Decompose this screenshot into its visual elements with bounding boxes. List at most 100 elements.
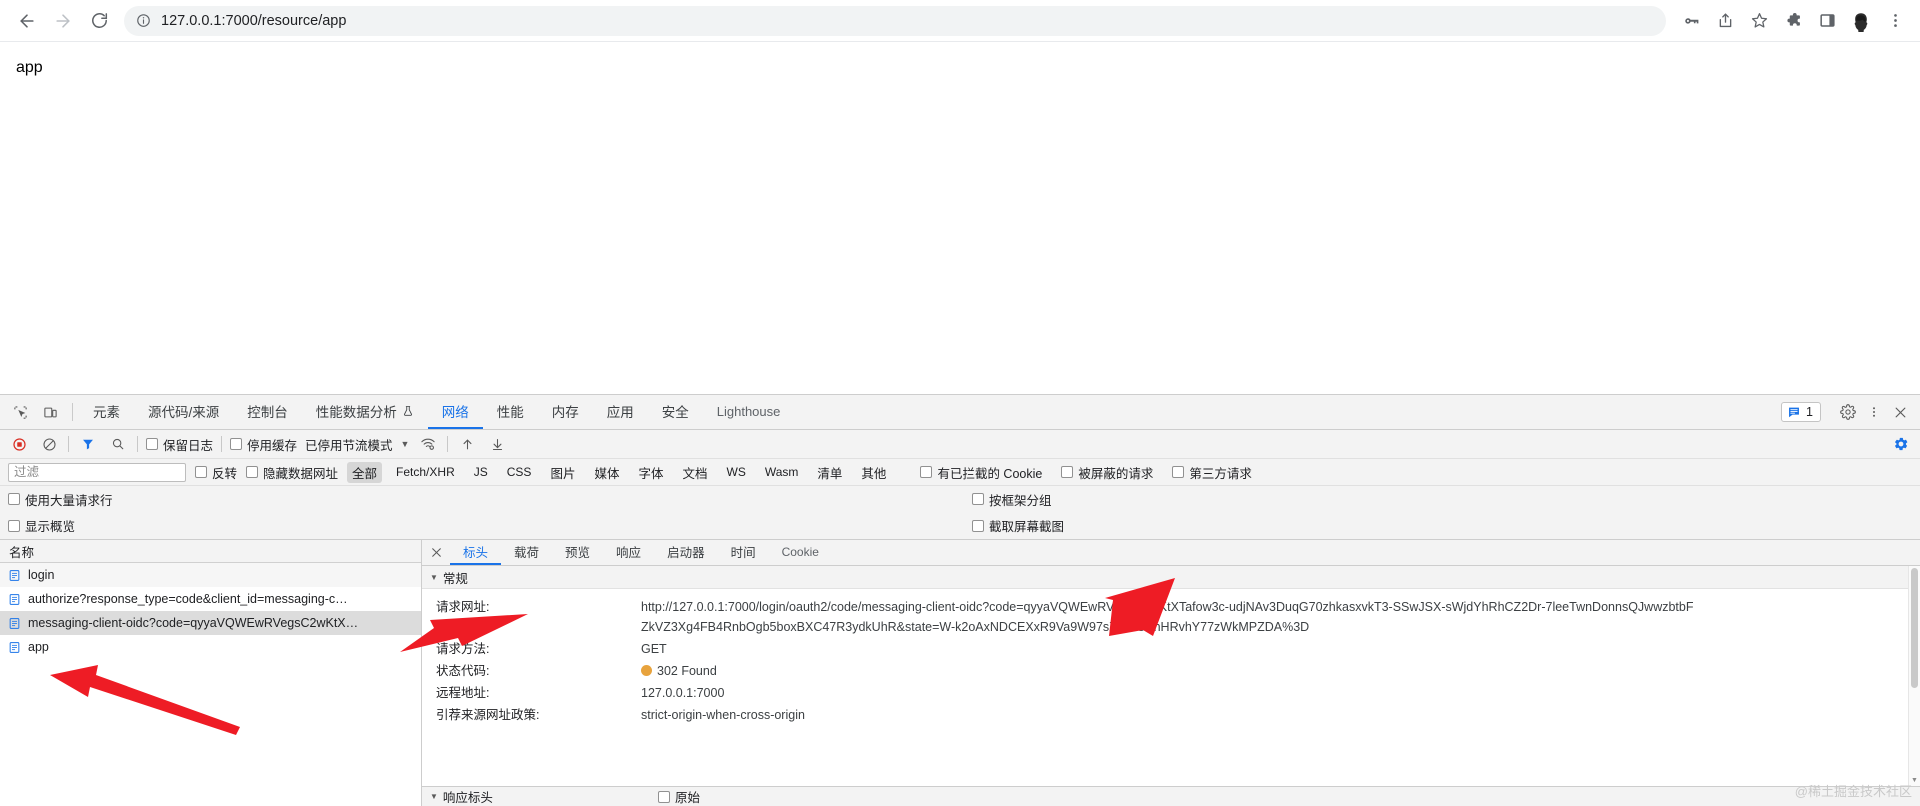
side-panel-icon[interactable] — [1812, 6, 1842, 36]
forward-button[interactable] — [46, 4, 80, 38]
network-settings-gear-icon[interactable] — [1890, 433, 1912, 455]
blocked-cookies-checkbox[interactable]: 有已拦截的 Cookie — [920, 463, 1042, 482]
reload-button[interactable] — [82, 4, 116, 38]
filter-type-css[interactable]: CSS — [502, 464, 537, 480]
filter-type-manifest[interactable]: 清单 — [812, 462, 847, 483]
settings-gear-icon[interactable] — [1838, 402, 1858, 422]
filter-type-font[interactable]: 字体 — [633, 462, 668, 483]
throttle-select-label[interactable]: 已停用节流模式 — [305, 435, 393, 454]
console-message-badge[interactable]: 1 — [1781, 402, 1821, 422]
detail-tab-headers[interactable]: 标头 — [450, 540, 502, 565]
tab-console[interactable]: 控制台 — [233, 395, 302, 429]
search-icon[interactable] — [107, 433, 129, 455]
filter-input[interactable] — [8, 462, 186, 482]
back-button[interactable] — [10, 4, 44, 38]
field-label: 状态代码: — [436, 664, 490, 678]
detail-tab-initiator[interactable]: 启动器 — [654, 540, 718, 565]
device-toolbar-icon[interactable] — [40, 402, 60, 422]
flask-icon — [403, 406, 412, 416]
general-section-header[interactable]: ▼ 常规 — [422, 566, 1920, 589]
filter-type-other[interactable]: 其他 — [856, 462, 891, 483]
inspect-element-icon[interactable] — [10, 402, 30, 422]
network-conditions-icon[interactable] — [417, 433, 439, 455]
tab-elements[interactable]: 元素 — [79, 395, 134, 429]
devtools-panel: 元素 源代码/来源 控制台 性能数据分析 网络 性能 内存 应用 安全 Ligh… — [0, 394, 1920, 806]
devtools-tool-icons — [0, 395, 66, 429]
filter-type-wasm[interactable]: Wasm — [760, 464, 804, 480]
group-by-frame-checkbox[interactable]: 按框架分组 — [972, 490, 1052, 509]
filter-type-img[interactable]: 图片 — [545, 462, 580, 483]
request-row-login[interactable]: login — [0, 563, 421, 587]
browser-action-icons — [1676, 6, 1910, 36]
request-row-authorize[interactable]: authorize?response_type=code&client_id=m… — [0, 587, 421, 611]
field-remote-address: 远程地址: 127.0.0.1:7000 — [422, 682, 1920, 704]
star-bookmark-icon[interactable] — [1744, 6, 1774, 36]
response-headers-section-header[interactable]: ▼ 响应标头 原始 — [422, 786, 1920, 806]
extensions-puzzle-icon[interactable] — [1778, 6, 1808, 36]
scrollbar-thumb[interactable] — [1911, 568, 1918, 688]
detail-tab-timing[interactable]: 时间 — [718, 540, 769, 565]
show-overview-label: 显示概览 — [25, 520, 76, 534]
invert-checkbox[interactable]: 反转 — [195, 463, 237, 482]
request-list-header[interactable]: 名称 — [0, 540, 421, 563]
tab-network[interactable]: 网络 — [427, 395, 483, 429]
detail-tab-response[interactable]: 响应 — [603, 540, 654, 565]
detail-tab-preview[interactable]: 预览 — [552, 540, 603, 565]
profile-avatar-icon[interactable] — [1846, 6, 1876, 36]
preserve-log-checkbox[interactable]: 保留日志 — [146, 435, 213, 454]
field-value[interactable]: http://127.0.0.1:7000/login/oauth2/code/… — [641, 597, 1701, 637]
tab-sources[interactable]: 源代码/来源 — [134, 395, 233, 429]
site-info-icon[interactable] — [136, 13, 151, 28]
address-bar[interactable]: 127.0.0.1:7000/resource/app — [124, 5, 1666, 36]
filter-type-doc[interactable]: 文档 — [677, 462, 712, 483]
filter-type-fetch-xhr[interactable]: Fetch/XHR — [391, 464, 460, 480]
raw-checkbox[interactable]: 原始 — [657, 787, 700, 806]
hide-data-urls-checkbox[interactable]: 隐藏数据网址 — [246, 463, 338, 482]
show-overview-checkbox[interactable]: 显示概览 — [8, 516, 75, 535]
raw-label: 原始 — [674, 791, 700, 805]
big-request-rows-checkbox[interactable]: 使用大量请求行 — [8, 490, 113, 509]
more-vertical-icon[interactable] — [1864, 402, 1884, 422]
tab-performance-insights[interactable]: 性能数据分析 — [302, 395, 428, 429]
request-rows: login authorize?response_type=code&clien… — [0, 563, 421, 806]
record-stop-icon[interactable] — [8, 433, 30, 455]
field-request-url: 请求网址: http://127.0.0.1:7000/login/oauth2… — [422, 596, 1920, 638]
close-devtools-icon[interactable] — [1890, 402, 1910, 422]
filter-type-all[interactable]: 全部 — [347, 461, 383, 483]
detail-scrollbar[interactable]: ▲ ▼ — [1908, 566, 1920, 786]
tab-security[interactable]: 安全 — [648, 395, 703, 429]
close-panel-icon[interactable] — [422, 540, 450, 565]
capture-screenshots-checkbox[interactable]: 截取屏幕截图 — [972, 516, 1064, 535]
tab-lighthouse[interactable]: Lighthouse — [703, 395, 795, 429]
share-icon[interactable] — [1710, 6, 1740, 36]
request-row-app[interactable]: app — [0, 635, 421, 659]
download-har-icon[interactable] — [486, 433, 508, 455]
key-icon[interactable] — [1676, 6, 1706, 36]
field-value: strict-origin-when-cross-origin — [641, 708, 805, 722]
field-request-method: 请求方法: GET — [422, 638, 1920, 660]
preserve-log-box — [146, 438, 158, 450]
document-icon — [8, 617, 21, 630]
disable-cache-checkbox[interactable]: 停用缓存 — [230, 435, 297, 454]
invert-label: 反转 — [212, 466, 238, 481]
upload-har-icon[interactable] — [456, 433, 478, 455]
request-row-messaging-client-oidc[interactable]: messaging-client-oidc?code=qyyaVQWEwRVeg… — [0, 611, 421, 635]
chevron-down-icon: ▼ — [430, 792, 438, 801]
detail-tab-cookies[interactable]: Cookie — [769, 540, 832, 565]
address-bar-url: 127.0.0.1:7000/resource/app — [161, 12, 347, 29]
third-party-checkbox[interactable]: 第三方请求 — [1172, 463, 1252, 482]
clear-requests-icon[interactable] — [38, 433, 60, 455]
blocked-requests-checkbox[interactable]: 被屏蔽的请求 — [1061, 463, 1153, 482]
filter-type-ws[interactable]: WS — [722, 464, 751, 480]
network-toolbar-right — [1890, 433, 1912, 455]
detail-tab-payload[interactable]: 载荷 — [501, 540, 552, 565]
tab-performance[interactable]: 性能 — [483, 395, 538, 429]
chevron-down-icon[interactable]: ▼ — [401, 439, 410, 449]
tab-application[interactable]: 应用 — [593, 395, 648, 429]
more-menu-icon[interactable] — [1880, 6, 1910, 36]
tab-memory[interactable]: 内存 — [538, 395, 593, 429]
filter-type-media[interactable]: 媒体 — [589, 462, 624, 483]
filter-type-js[interactable]: JS — [469, 464, 493, 480]
toolbar-divider-2 — [137, 436, 138, 452]
filter-funnel-icon[interactable] — [77, 433, 99, 455]
